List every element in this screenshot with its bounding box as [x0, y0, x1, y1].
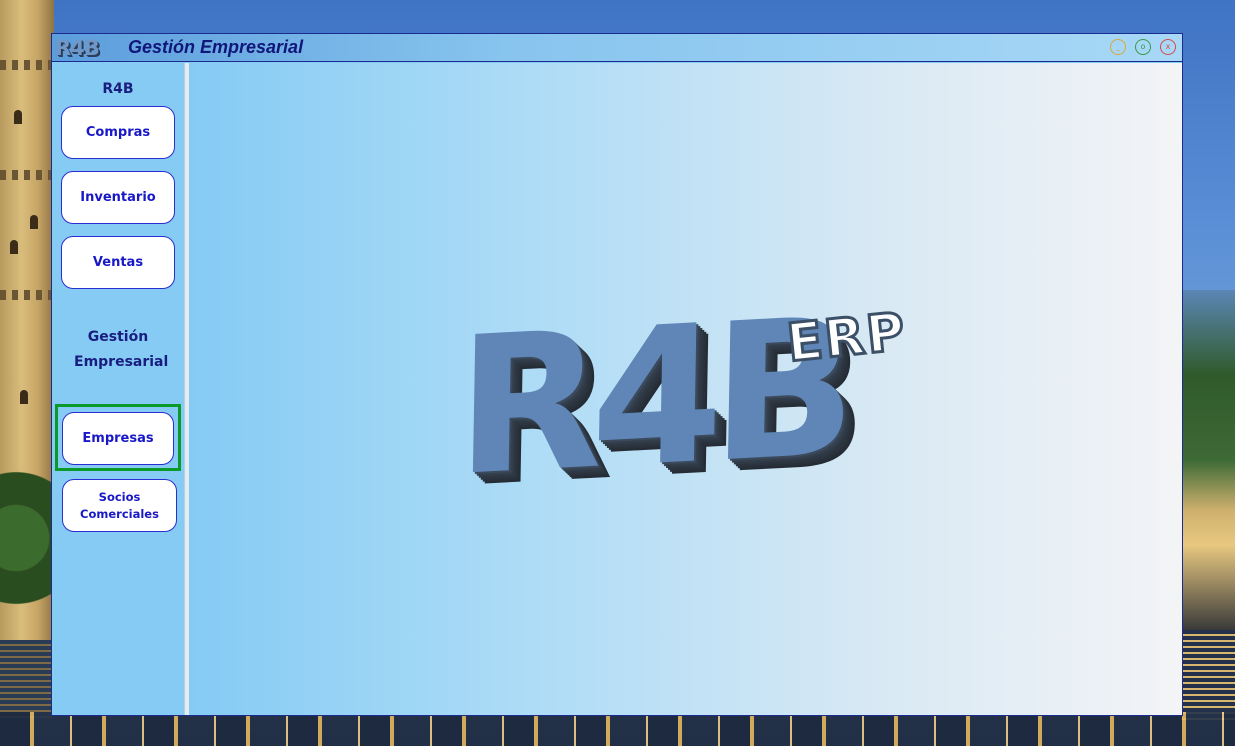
logo-brand-text: R4B	[454, 277, 847, 518]
inventario-button[interactable]: Inventario	[61, 171, 175, 224]
title-bar[interactable]: R4B Gestión Empresarial _ o x	[52, 34, 1182, 62]
minimize-button[interactable]: _	[1110, 39, 1126, 55]
background-water-left	[0, 640, 52, 720]
app-window: R4B Gestión Empresarial _ o x R4B Compra…	[52, 34, 1182, 715]
empresas-button[interactable]: Empresas	[62, 412, 174, 465]
background-right-scenery	[1181, 290, 1235, 630]
maximize-button[interactable]: o	[1135, 39, 1151, 55]
socios-comerciales-button[interactable]: Socios Comerciales	[62, 479, 177, 532]
main-content: R4B ERP	[189, 63, 1182, 715]
background-river	[0, 712, 1235, 746]
app-logo: R4B	[55, 36, 100, 60]
compras-button[interactable]: Compras	[61, 106, 175, 159]
sidebar: R4B Compras Inventario Ventas Gestión Em…	[52, 63, 184, 715]
close-button[interactable]: x	[1160, 39, 1176, 55]
section-title-gestion-empresarial: Gestión Empresarial	[74, 329, 169, 370]
ventas-button[interactable]: Ventas	[61, 236, 175, 289]
background-water-right	[1181, 630, 1235, 720]
window-title: Gestión Empresarial	[128, 37, 304, 57]
logo-erp-text: ERP	[783, 300, 911, 375]
section-title-r4b: R4B	[102, 81, 134, 97]
background-trees	[0, 470, 54, 640]
r4b-erp-logo: R4B ERP	[455, 277, 957, 528]
